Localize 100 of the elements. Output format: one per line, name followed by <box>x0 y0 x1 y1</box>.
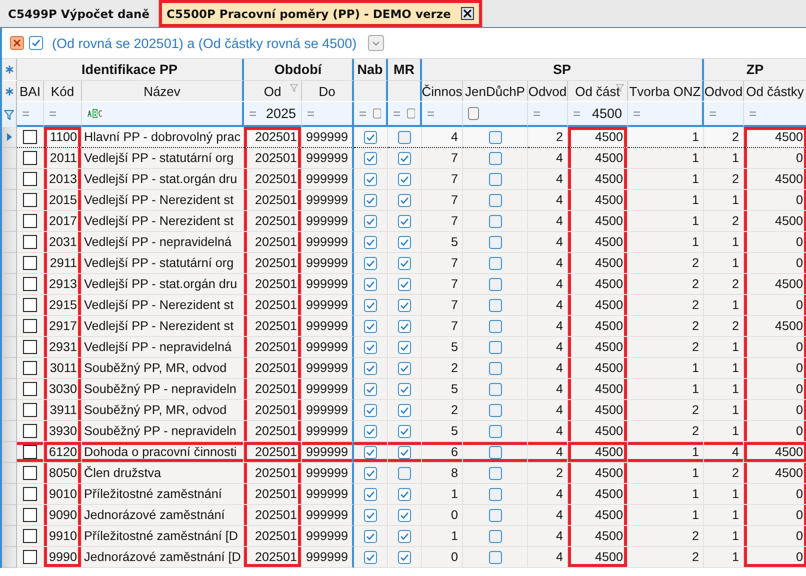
checkbox[interactable] <box>364 508 377 522</box>
checkbox[interactable] <box>398 446 411 458</box>
checkbox[interactable] <box>23 130 37 144</box>
checkbox[interactable] <box>23 550 37 564</box>
filter-enabled-checkbox[interactable] <box>29 36 43 50</box>
checkbox[interactable] <box>23 445 37 459</box>
close-icon[interactable] <box>460 7 474 20</box>
checkbox[interactable] <box>364 320 377 332</box>
checkbox[interactable] <box>23 172 37 186</box>
checkbox[interactable] <box>364 130 377 144</box>
column-header[interactable] <box>354 81 388 101</box>
checkbox[interactable] <box>364 362 377 374</box>
tab[interactable]: C5500P Pracovní poměry (PP) - DEMO verze <box>158 0 483 27</box>
checkbox[interactable] <box>364 236 377 248</box>
checkbox[interactable] <box>488 382 502 396</box>
checkbox[interactable] <box>488 466 502 480</box>
column-header[interactable]: Odvod <box>704 81 744 101</box>
checkbox[interactable] <box>488 424 502 438</box>
column-header[interactable]: Od částky <box>744 81 806 101</box>
checkbox[interactable] <box>488 320 502 332</box>
checkbox[interactable] <box>23 214 37 228</box>
checkbox[interactable] <box>398 194 411 206</box>
checkbox[interactable] <box>23 151 37 165</box>
checkbox[interactable] <box>23 424 37 438</box>
column-header[interactable]: Tvorba ONZ <box>628 81 704 101</box>
checkbox[interactable] <box>364 194 377 206</box>
filter-checkbox[interactable] <box>372 107 381 120</box>
text-filter-icon[interactable] <box>87 109 103 118</box>
checkbox[interactable] <box>364 404 377 416</box>
filter-value-field[interactable]: 2025 <box>266 106 296 121</box>
column-header[interactable]: Do <box>302 81 354 101</box>
checkbox[interactable] <box>364 172 377 186</box>
filter-expression[interactable]: (Od rovná se 202501) a (Od částky rovná se 4500) <box>52 36 357 50</box>
checkbox[interactable] <box>488 298 502 312</box>
checkbox[interactable] <box>364 382 377 396</box>
checkbox[interactable] <box>488 152 502 164</box>
checkbox[interactable] <box>364 466 377 480</box>
checkbox[interactable] <box>488 172 502 186</box>
checkbox[interactable] <box>364 214 377 228</box>
column-header[interactable]: Od <box>244 81 302 101</box>
filter-checkbox[interactable] <box>468 107 479 120</box>
checkbox[interactable] <box>398 508 411 522</box>
checkbox[interactable] <box>23 340 37 354</box>
checkbox[interactable] <box>488 278 502 290</box>
checkbox[interactable] <box>23 193 37 207</box>
checkbox[interactable] <box>364 278 377 290</box>
filter-value-field[interactable]: 4500 <box>592 106 622 121</box>
checkbox[interactable] <box>364 298 377 312</box>
checkbox[interactable] <box>398 172 411 186</box>
checkbox[interactable] <box>488 488 502 500</box>
checkbox[interactable] <box>398 320 411 332</box>
column-header[interactable]: Odvod <box>528 81 568 101</box>
checkbox[interactable] <box>23 529 37 543</box>
checkbox[interactable] <box>364 152 377 164</box>
checkbox[interactable] <box>488 194 502 206</box>
checkbox[interactable] <box>23 403 37 417</box>
checkbox[interactable] <box>364 550 377 564</box>
checkbox[interactable] <box>488 362 502 374</box>
clear-filter-icon[interactable] <box>10 36 24 50</box>
checkbox[interactable] <box>488 236 502 248</box>
checkbox[interactable] <box>398 256 411 270</box>
filter-icon[interactable] <box>4 110 14 120</box>
checkbox[interactable] <box>23 277 37 291</box>
checkbox[interactable] <box>488 508 502 522</box>
checkbox[interactable] <box>364 488 377 500</box>
checkbox[interactable] <box>398 278 411 290</box>
column-header[interactable]: Od část <box>568 81 628 101</box>
checkbox[interactable] <box>398 236 411 248</box>
checkbox[interactable] <box>23 487 37 501</box>
checkbox[interactable] <box>398 424 411 438</box>
checkbox[interactable] <box>488 256 502 270</box>
checkbox[interactable] <box>488 446 502 458</box>
checkbox[interactable] <box>488 404 502 416</box>
column-header[interactable]: Název <box>82 81 244 101</box>
checkbox[interactable] <box>398 152 411 164</box>
checkbox[interactable] <box>23 382 37 396</box>
checkbox[interactable] <box>364 256 377 270</box>
checkbox[interactable] <box>398 466 411 480</box>
checkbox[interactable] <box>488 550 502 564</box>
row-header[interactable] <box>2 127 17 148</box>
dropdown-icon[interactable] <box>368 35 384 51</box>
checkbox[interactable] <box>23 508 37 522</box>
checkbox[interactable] <box>23 319 37 333</box>
checkbox[interactable] <box>364 446 377 458</box>
checkbox[interactable] <box>398 340 411 354</box>
checkbox[interactable] <box>398 214 411 228</box>
checkbox[interactable] <box>364 530 377 542</box>
column-header[interactable]: BAI <box>17 81 44 101</box>
checkbox[interactable] <box>23 361 37 375</box>
checkbox[interactable] <box>488 130 502 144</box>
checkbox[interactable] <box>488 530 502 542</box>
column-header[interactable]: JenDůchP <box>463 81 528 101</box>
checkbox[interactable] <box>398 488 411 500</box>
checkbox[interactable] <box>398 550 411 564</box>
checkbox[interactable] <box>23 235 37 249</box>
checkbox[interactable] <box>398 382 411 396</box>
checkbox[interactable] <box>488 214 502 228</box>
checkbox[interactable] <box>23 256 37 270</box>
column-header[interactable] <box>388 81 422 101</box>
checkbox[interactable] <box>398 404 411 416</box>
